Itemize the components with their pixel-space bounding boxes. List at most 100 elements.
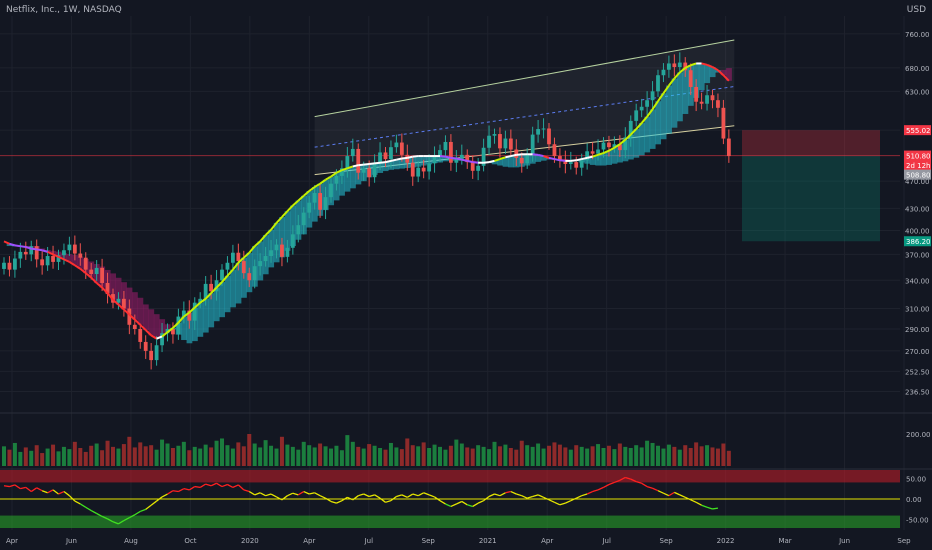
price-label: 510.80 <box>906 153 931 161</box>
oscillator-segment <box>205 483 212 487</box>
ma-segment <box>14 244 21 248</box>
oscillator-segment <box>314 492 321 497</box>
ma-segment <box>36 248 43 252</box>
oscillator-segment <box>439 500 446 505</box>
price-tick-label: 400.00 <box>905 227 930 235</box>
oscillator-segment <box>374 494 381 499</box>
oscillator-segment <box>47 489 54 494</box>
volume-bar <box>541 448 546 466</box>
candle-body <box>116 298 121 303</box>
oscillator-segment <box>456 500 463 505</box>
oscillator-segment <box>161 493 168 498</box>
chart-area: 760.00680.00630.00555.02470.00430.00400.… <box>0 16 932 545</box>
oscillator-segment <box>265 493 272 497</box>
volume-bar <box>694 442 699 466</box>
price-label: 555.02 <box>906 127 931 135</box>
cloud-segment <box>644 116 651 153</box>
volume-bar <box>421 442 426 466</box>
candle-body <box>498 134 502 149</box>
oscillator-segment <box>505 490 511 494</box>
volume-bar <box>7 449 12 466</box>
ma-segment <box>548 156 555 161</box>
candle-body <box>296 225 301 235</box>
cloud-segment <box>153 314 160 339</box>
oscillator-segment <box>227 483 234 488</box>
ma-segment <box>401 156 408 160</box>
cloud-segment <box>219 282 226 318</box>
candle-body <box>83 257 88 270</box>
volume-bar <box>323 446 328 466</box>
volume-bar <box>443 449 448 466</box>
oscillator-segment <box>516 493 522 497</box>
candle-body <box>220 269 224 281</box>
volume-bar <box>361 448 366 466</box>
volume-bar <box>503 444 508 466</box>
candle-body <box>492 134 497 136</box>
oscillator-segment <box>90 510 97 515</box>
volume-bar <box>247 434 252 466</box>
candle-body <box>18 251 23 259</box>
price-tick-label: 340.00 <box>905 277 930 285</box>
ma-segment <box>510 153 517 158</box>
volume-bar <box>263 440 268 466</box>
candle-body <box>672 63 677 68</box>
volume-bar <box>378 448 383 466</box>
cloud-segment <box>698 63 705 91</box>
oscillator-segment <box>36 487 43 492</box>
oscillator-tick-label: 0.00 <box>906 496 922 504</box>
volume-bar <box>427 448 432 466</box>
candle-body <box>519 157 524 164</box>
cloud-segment <box>655 101 662 145</box>
volume-bar <box>666 444 671 466</box>
volume-bar <box>149 445 154 466</box>
candle-body <box>699 101 704 104</box>
oscillator-segment <box>221 483 228 488</box>
volume-bar <box>688 448 693 466</box>
candle-body <box>51 256 55 262</box>
volume-bar <box>143 446 148 466</box>
candle-body <box>470 162 475 171</box>
price-tick-label: 270.00 <box>905 348 930 356</box>
oscillator-segment <box>243 489 250 493</box>
oscillator-segment <box>521 495 528 499</box>
oscillator-segment <box>690 499 697 503</box>
volume-bar <box>23 447 28 466</box>
ma-segment <box>576 158 582 162</box>
ma-segment <box>483 161 490 164</box>
cloud-segment <box>660 93 667 140</box>
oscillator-segment <box>309 492 315 495</box>
candle-body <box>552 144 557 157</box>
volume-bar <box>138 442 143 466</box>
cloud-segment <box>633 129 640 158</box>
candle-body <box>389 147 393 160</box>
price-tick-label: 236.50 <box>905 388 930 396</box>
cloud-segment <box>224 275 231 313</box>
price-label: 508.80 <box>906 172 931 180</box>
volume-bar <box>45 448 50 466</box>
oscillator-segment <box>52 489 59 495</box>
oscillator-segment <box>178 488 185 493</box>
volume-bar <box>547 445 551 466</box>
volume-bar <box>623 446 628 466</box>
volume-bar <box>410 445 415 466</box>
candle-body <box>367 168 372 178</box>
oscillator-segment <box>58 490 65 495</box>
volume-bar <box>585 448 590 466</box>
oscillator-segment <box>652 487 659 492</box>
volume-bar <box>269 445 274 466</box>
candle-body <box>312 193 317 203</box>
volume-bar <box>721 443 726 466</box>
volume-bar <box>40 453 45 466</box>
candle-body <box>410 162 415 177</box>
oscillator-segment <box>183 488 190 491</box>
candle-body <box>677 62 682 68</box>
time-tick-label: Apr <box>6 537 18 545</box>
volume-tick-label: 200.00 <box>906 431 931 439</box>
volume-bar <box>568 449 573 466</box>
volume-bar <box>339 450 344 466</box>
candle-body <box>383 152 388 160</box>
oscillator-segment <box>303 490 310 495</box>
oscillator-segment <box>494 493 501 497</box>
candle-body <box>252 266 257 281</box>
time-tick-label: 2021 <box>479 537 497 545</box>
